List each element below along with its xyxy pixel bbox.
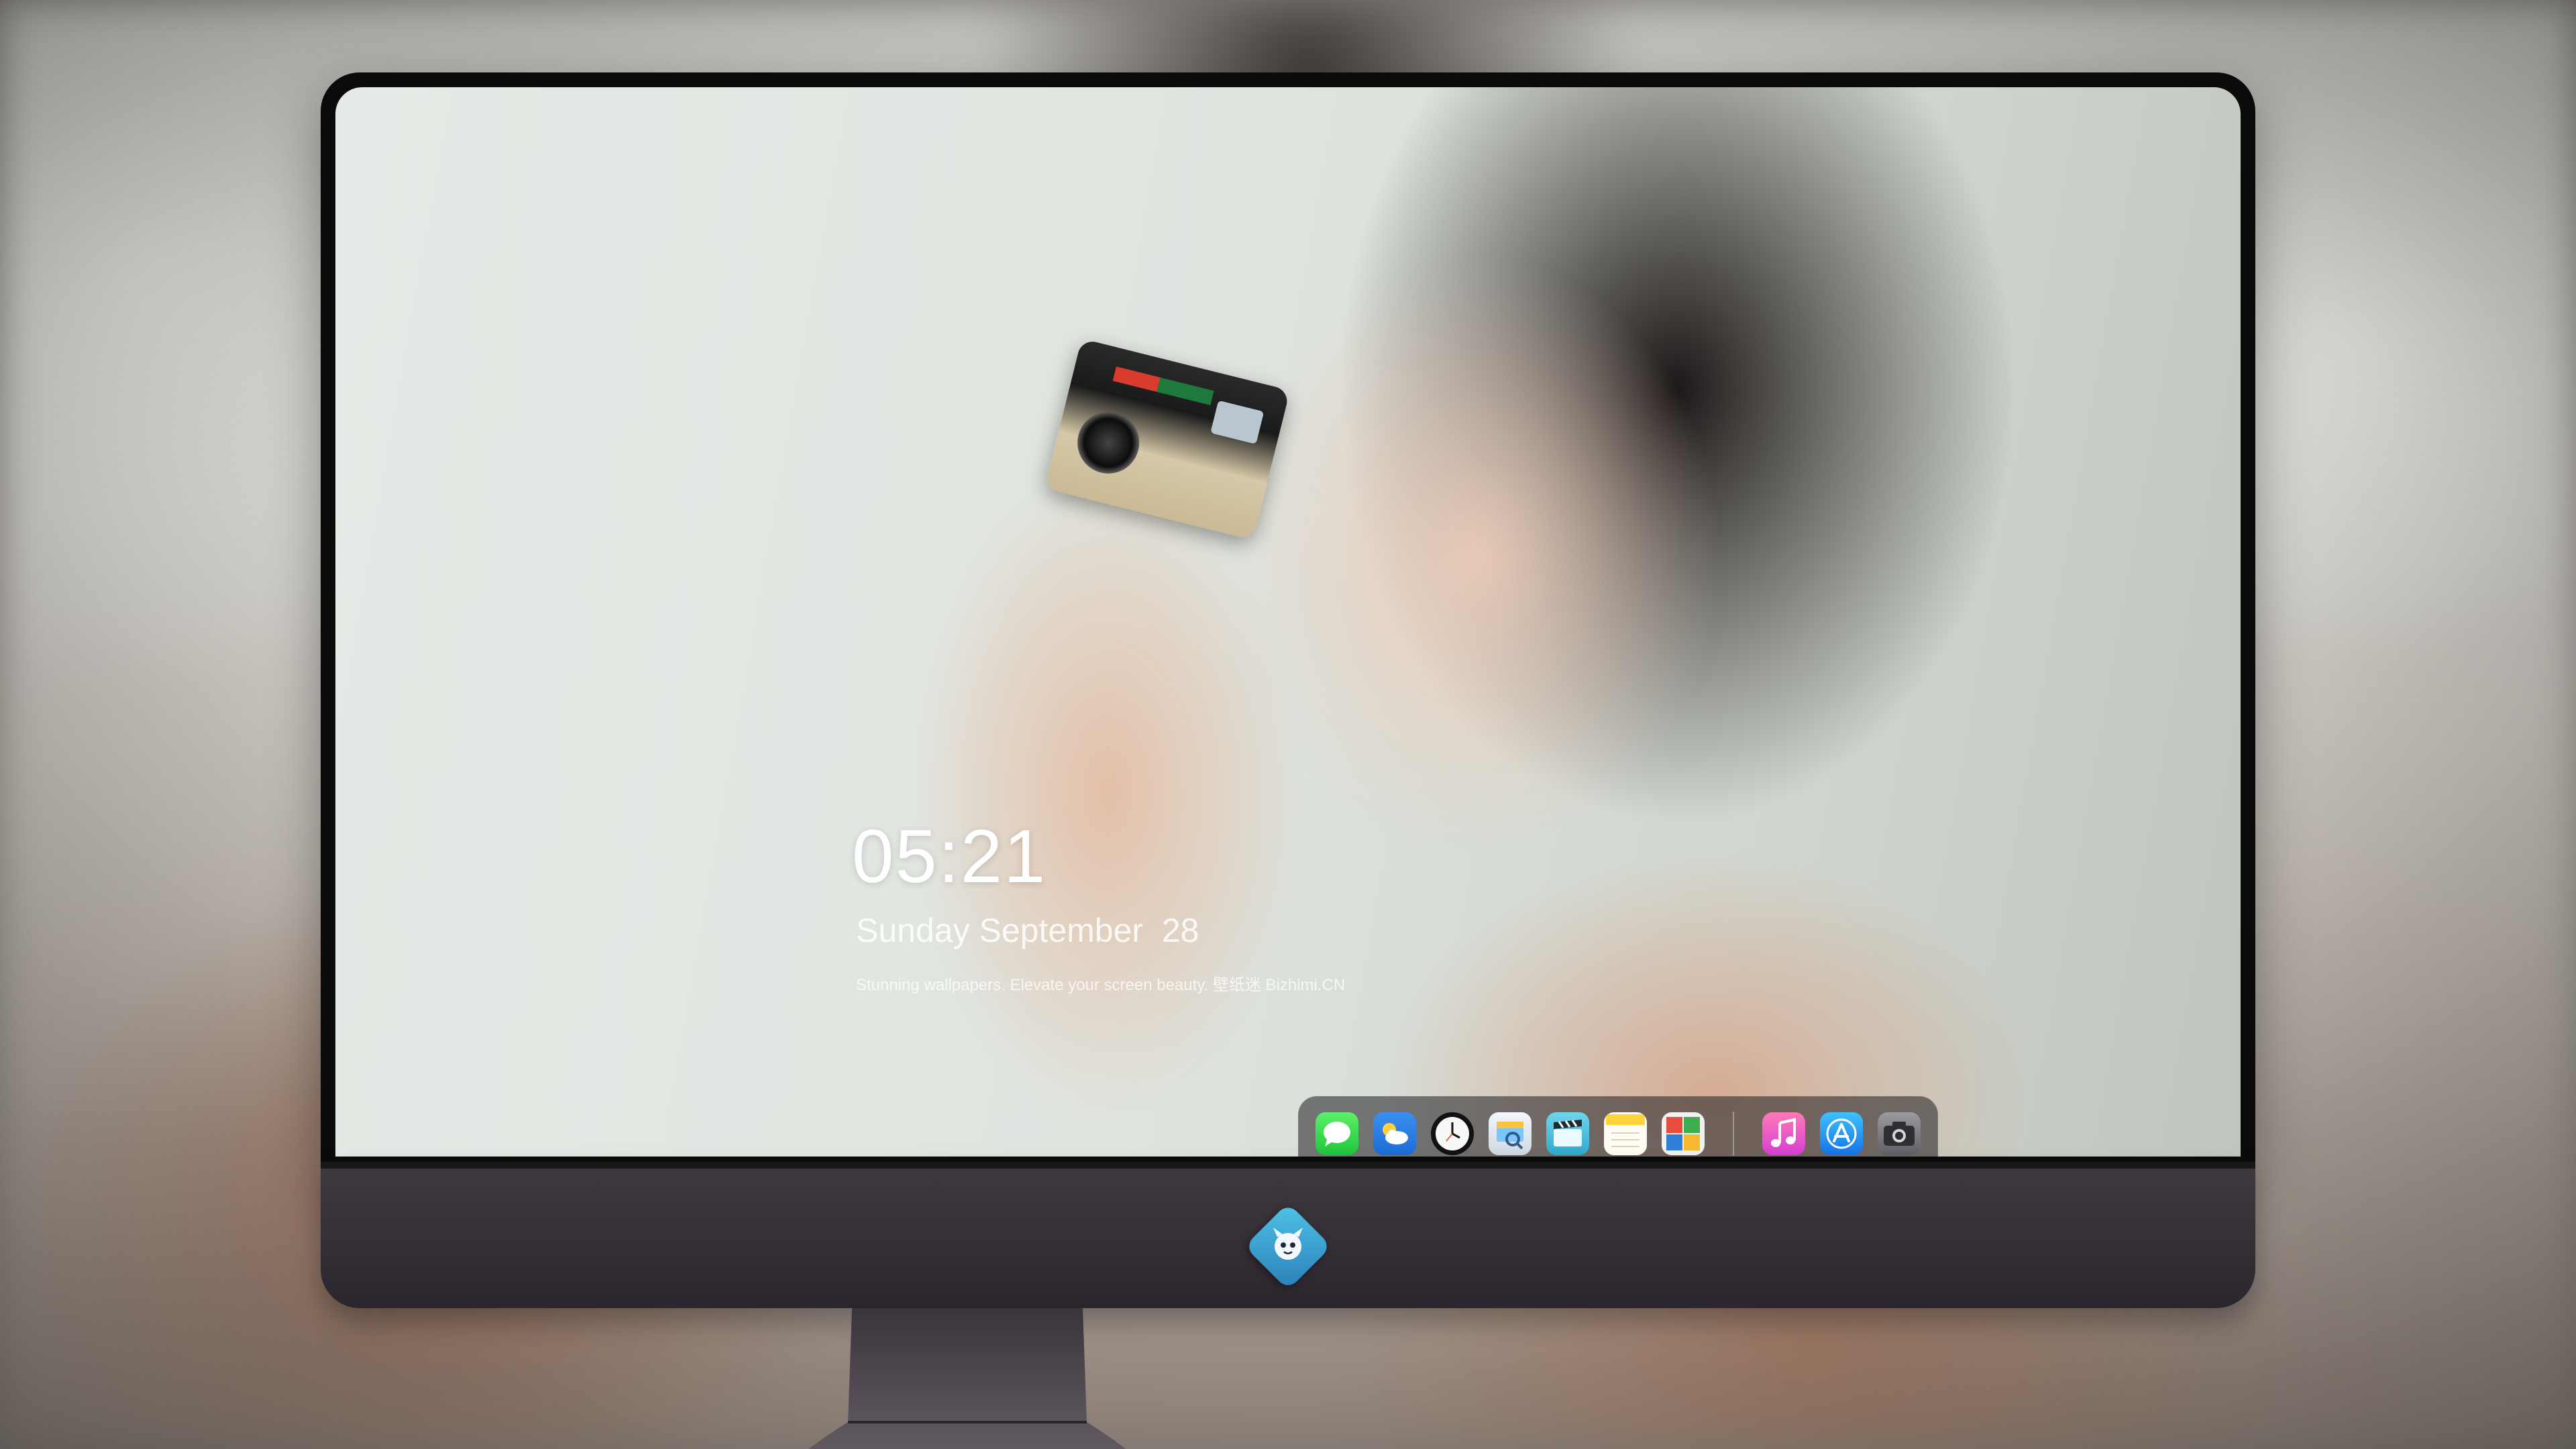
camera-lens [1071,405,1146,480]
music-icon[interactable] [1762,1112,1805,1155]
chin-divider [321,1162,2255,1169]
dock-separator [1733,1112,1734,1156]
monitor-chin [321,1162,2255,1308]
monitor-bezel: 05:21 Sunday September 28 Stunning wallp… [321,72,2255,1162]
messages-icon[interactable] [1316,1112,1358,1155]
camera-viewfinder [1210,400,1265,445]
wallpaper-caption: Stunning wallpapers. Elevate your screen… [856,976,1346,994]
clock-icon[interactable] [1431,1112,1474,1155]
wallpaper-camera-illustration [1044,338,1291,541]
imac-monitor: 05:21 Sunday September 28 Stunning wallp… [321,72,2255,1449]
desktop-screen: 05:21 Sunday September 28 Stunning wallp… [335,87,2241,1157]
camera-icon[interactable] [1878,1112,1921,1155]
app-store-icon[interactable] [1820,1112,1863,1155]
dock [1298,1096,1938,1157]
desktop-clock-time: 05:21 [852,814,1047,898]
weather-icon[interactable] [1373,1112,1416,1155]
notes-icon[interactable] [1604,1112,1647,1155]
clapperboard-icon[interactable] [1546,1112,1589,1155]
photo-booth-icon[interactable] [1662,1112,1705,1155]
dragon-mascot-icon [1273,1228,1303,1260]
preview-icon[interactable] [1489,1112,1532,1155]
monitor-stand [808,1308,1126,1449]
desktop-clock-date: Sunday September 28 [856,912,1199,949]
camera-stripe [1112,366,1214,406]
